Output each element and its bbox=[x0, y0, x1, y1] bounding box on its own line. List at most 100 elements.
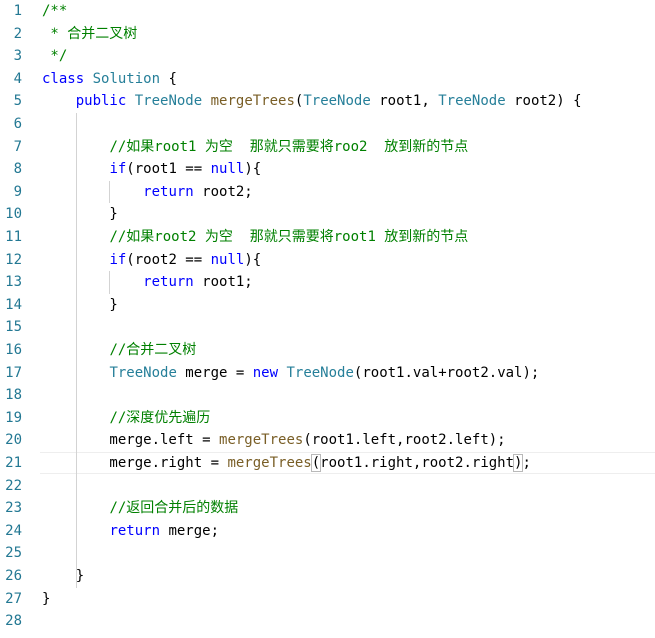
code-line[interactable]: 1 /** bbox=[0, 0, 655, 23]
keyword-token: return bbox=[109, 522, 161, 539]
keyword-token: null bbox=[210, 251, 245, 268]
code-token: (root1.left,root2.left); bbox=[303, 432, 506, 449]
code-line[interactable]: 21 merge.right = mergeTrees(root1.right,… bbox=[0, 452, 655, 475]
code-editor[interactable]: 1/** 2 * 合并二叉树 3 */4 class Solution {5 publ… bbox=[0, 0, 655, 638]
code-token: root2) { bbox=[505, 93, 582, 110]
code-line[interactable]: 7 //如果root1 为空 那就只需要将roo2 放到新的节点 bbox=[0, 136, 655, 159]
keyword-token: if bbox=[109, 251, 127, 268]
comment-token: */ bbox=[42, 48, 68, 65]
code-token: (root1 == bbox=[126, 161, 211, 178]
code-line[interactable]: 28 bbox=[0, 610, 655, 633]
comment-token: * 合并二叉树 bbox=[42, 25, 138, 42]
line-number: 9 bbox=[13, 183, 22, 200]
line-number: 28 bbox=[5, 613, 22, 630]
line-number: 20 bbox=[5, 432, 22, 449]
keyword-token: if bbox=[109, 161, 127, 178]
line-number: 4 bbox=[13, 70, 22, 87]
code-text: return root1; bbox=[42, 271, 253, 294]
line-number: 2 bbox=[13, 25, 22, 42]
code-line[interactable]: 27} bbox=[0, 588, 655, 611]
line-number: 25 bbox=[5, 545, 22, 562]
code-line[interactable]: 26 } bbox=[0, 565, 655, 588]
code-line[interactable]: 5 public TreeNode mergeTrees(TreeNode ro… bbox=[0, 90, 655, 113]
line-number: 6 bbox=[13, 116, 22, 132]
type-token: TreeNode bbox=[303, 93, 371, 110]
comment-token: //合并二叉树 bbox=[109, 342, 197, 358]
code-line[interactable]: 11 //如果root2 为空 那就只需要将root1 放到新的节点 bbox=[0, 226, 655, 249]
code-line[interactable]: 6 bbox=[0, 113, 655, 136]
code-line[interactable]: 2 * 合并二叉树 bbox=[0, 23, 655, 46]
keyword-token: null bbox=[210, 161, 245, 178]
code-line[interactable]: 10 } bbox=[0, 203, 655, 226]
code-line[interactable]: 18 bbox=[0, 384, 655, 407]
line-number: 8 bbox=[13, 161, 22, 178]
code-token: merge.right = bbox=[42, 455, 228, 471]
type-token: Solution bbox=[92, 70, 161, 87]
code-line[interactable]: 8 if(root1 == null){ bbox=[0, 158, 655, 181]
code-token: (root2 == bbox=[126, 251, 211, 268]
code-token: } bbox=[42, 590, 51, 607]
code-line[interactable]: 25 bbox=[0, 542, 655, 565]
code-line[interactable]: 19 //深度优先遍历 bbox=[0, 407, 655, 430]
code-token: } bbox=[42, 206, 118, 223]
line-number: 7 bbox=[13, 138, 22, 155]
code-text: merge.right = mergeTrees(root1.right,roo… bbox=[42, 452, 531, 475]
line-number: 21 bbox=[5, 455, 22, 471]
code-text: return merge; bbox=[42, 520, 219, 543]
code-line[interactable]: 13 return root1; bbox=[0, 271, 655, 294]
code-token: ){ bbox=[244, 161, 262, 178]
code-line[interactable]: 4 class Solution { bbox=[0, 68, 655, 91]
line-number: 19 bbox=[5, 409, 22, 426]
code-line[interactable]: 23 //返回合并后的数据 bbox=[0, 497, 655, 520]
code-token: ; bbox=[522, 455, 531, 471]
code-line[interactable]: 3 */ bbox=[0, 45, 655, 68]
keyword-token: public bbox=[75, 93, 127, 110]
line-number: 18 bbox=[5, 387, 22, 404]
code-line[interactable]: 12 if(root2 == null){ bbox=[0, 249, 655, 272]
line-number: 17 bbox=[5, 364, 22, 381]
keyword-token: return bbox=[143, 183, 194, 200]
keyword-token: new bbox=[252, 364, 279, 381]
code-text: //深度优先遍历 bbox=[42, 407, 210, 430]
code-line[interactable]: 15 bbox=[0, 316, 655, 339]
line-number: 5 bbox=[13, 93, 22, 110]
code-token: root1, bbox=[370, 93, 439, 110]
code-line[interactable]: 24 return merge; bbox=[0, 520, 655, 543]
code-line[interactable]: 14 } bbox=[0, 294, 655, 317]
type-token: TreeNode bbox=[438, 93, 506, 110]
code-line[interactable]: 20 merge.left = mergeTrees(root1.left,ro… bbox=[0, 429, 655, 452]
code-text: //如果root1 为空 那就只需要将roo2 放到新的节点 bbox=[42, 136, 468, 159]
code-text: */ bbox=[42, 45, 67, 68]
type-token: TreeNode bbox=[109, 364, 177, 381]
code-token: { bbox=[160, 70, 177, 87]
code-line[interactable]: 17 TreeNode merge = new TreeNode(root1.v… bbox=[0, 362, 655, 385]
code-text: TreeNode merge = new TreeNode(root1.val+… bbox=[42, 362, 539, 385]
comment-token: //返回合并后的数据 bbox=[109, 500, 239, 517]
matched-bracket: ( bbox=[310, 454, 322, 472]
keyword-token: class bbox=[42, 70, 85, 87]
code-token: } bbox=[42, 296, 118, 313]
comment-token: /** bbox=[42, 3, 68, 19]
code-token: (root1.val+root2.val); bbox=[353, 364, 540, 381]
code-line[interactable]: 22 bbox=[0, 475, 655, 498]
line-number: 27 bbox=[5, 590, 22, 607]
code-token: } bbox=[42, 568, 85, 584]
indent-guide bbox=[75, 113, 77, 588]
comment-token: //如果root2 为空 那就只需要将root1 放到新的节点 bbox=[109, 229, 469, 245]
code-token: merge.left = bbox=[42, 432, 220, 449]
line-number: 16 bbox=[5, 342, 22, 358]
type-token: TreeNode bbox=[134, 93, 203, 110]
code-token: merge = bbox=[176, 364, 253, 381]
code-text: class Solution { bbox=[42, 68, 177, 91]
line-number: 10 bbox=[5, 206, 22, 223]
code-text: } bbox=[42, 588, 50, 611]
code-line[interactable]: 9 return root2; bbox=[0, 181, 655, 204]
line-number: 1 bbox=[13, 3, 22, 19]
keyword-token: return bbox=[143, 274, 194, 291]
comment-token: //深度优先遍历 bbox=[109, 409, 211, 426]
code-line[interactable]: 16 //合并二叉树 bbox=[0, 339, 655, 362]
code-text: } bbox=[42, 203, 118, 226]
line-number: 23 bbox=[5, 500, 22, 517]
